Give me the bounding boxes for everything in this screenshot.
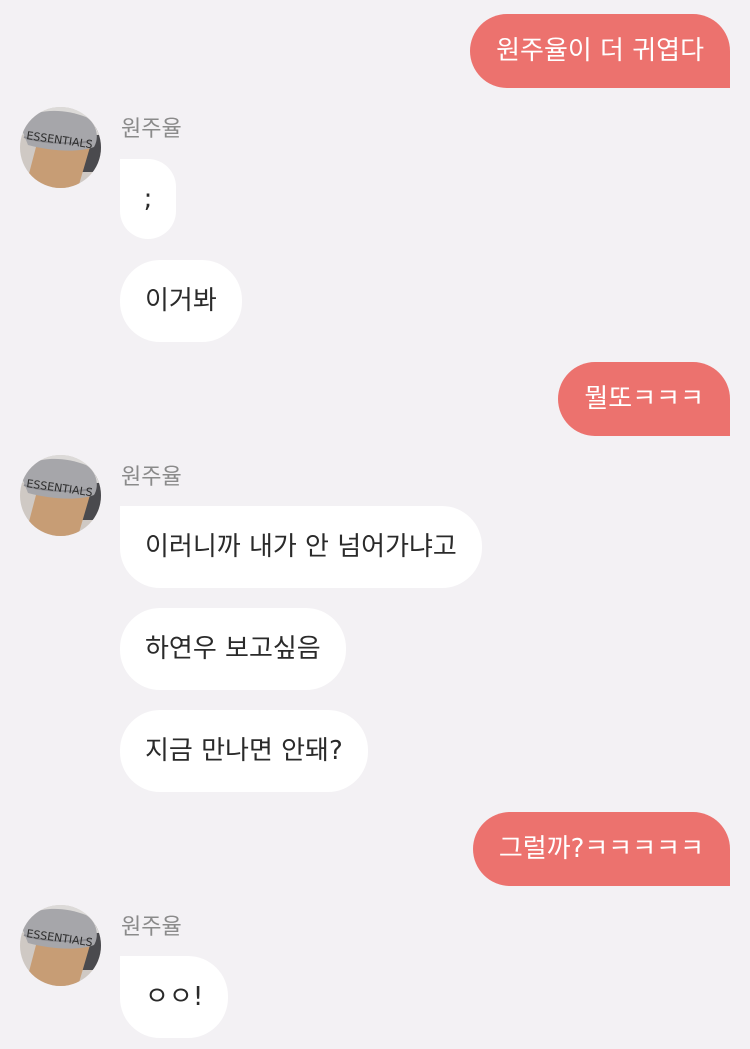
avatar[interactable]: ESSENTIALS	[20, 455, 101, 536]
outgoing-message[interactable]: 그럴까?ㅋㅋㅋㅋㅋ	[472, 812, 730, 886]
sender-name: 원주율	[121, 465, 182, 490]
chat-thread[interactable]: 원주율이 더 귀엽다 ESSENTIALS 원주율 ; 이거봐 뭘또ㅋㅋㅋ ES…	[0, 0, 750, 1049]
incoming-message[interactable]: 이거봐	[120, 260, 242, 342]
avatar-image: ESSENTIALS	[20, 905, 101, 986]
message-text: 그럴까?ㅋㅋㅋㅋㅋ	[498, 834, 704, 864]
avatar-image: ESSENTIALS	[20, 107, 101, 188]
incoming-message[interactable]: ;	[120, 159, 176, 239]
message-text: 원주율이 더 귀엽다	[496, 36, 704, 66]
incoming-message[interactable]: 지금 만나면 안돼?	[120, 710, 368, 792]
message-text: 뭘또ㅋㅋㅋ	[584, 384, 704, 414]
avatar-image: ESSENTIALS	[20, 455, 101, 536]
message-text: 하연우 보고싶음	[145, 634, 321, 664]
message-text: 이거봐	[145, 286, 217, 316]
incoming-message[interactable]: 하연우 보고싶음	[120, 608, 346, 690]
incoming-message[interactable]: 이러니까 내가 안 넘어가냐고	[120, 506, 482, 588]
outgoing-message[interactable]: 뭘또ㅋㅋㅋ	[558, 362, 730, 436]
avatar[interactable]: ESSENTIALS	[20, 107, 101, 188]
message-text: 이러니까 내가 안 넘어가냐고	[145, 532, 457, 562]
message-text: ㅇㅇ!	[145, 982, 204, 1012]
sender-name: 원주율	[121, 915, 182, 940]
sender-name: 원주율	[121, 117, 182, 142]
message-text: 지금 만나면 안돼?	[145, 736, 343, 766]
avatar[interactable]: ESSENTIALS	[20, 905, 101, 986]
message-text: ;	[143, 184, 153, 214]
incoming-message[interactable]: ㅇㅇ!	[120, 956, 229, 1038]
outgoing-message[interactable]: 원주율이 더 귀엽다	[470, 14, 730, 88]
